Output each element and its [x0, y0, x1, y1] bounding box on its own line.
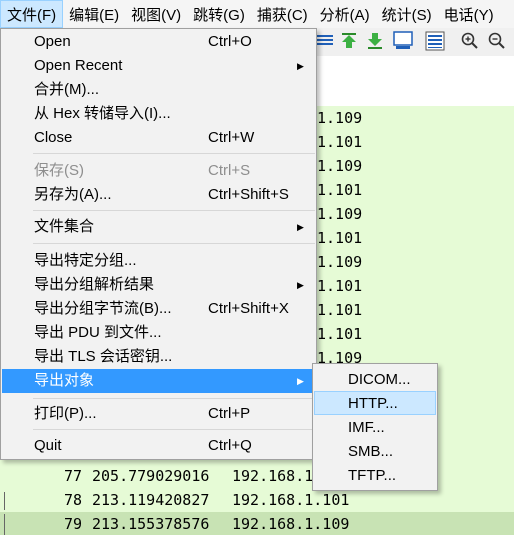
file-menu: Open Ctrl+O Open Recent ▶ 合并(M)... 从 Hex 转… — [0, 28, 317, 460]
menu-item-file-set[interactable]: 文件集合 ▶ — [2, 215, 316, 239]
source-cell: 1.101 — [317, 301, 363, 319]
menu-item-export-pdu[interactable]: 导出 PDU 到文件... — [2, 321, 316, 345]
zoom-out-icon[interactable] — [486, 30, 508, 52]
packet-time: 213.155378576 — [92, 515, 210, 533]
menu-edit[interactable]: 编辑(E) — [63, 0, 125, 28]
submenu-item-smb[interactable]: SMB... — [314, 440, 436, 464]
submenu-item-http[interactable]: HTTP... — [314, 391, 436, 415]
menu-item-save: 保存(S) Ctrl+S — [34, 162, 251, 179]
submenu-arrow-icon: ▶ — [297, 222, 304, 232]
colorize-icon[interactable] — [424, 30, 446, 52]
menu-item-import-hex[interactable]: 从 Hex 转储导入(I)... — [2, 102, 316, 126]
menu-separator — [33, 398, 315, 399]
source-cell: 1.101 — [317, 325, 363, 343]
menu-item-export-tls-keys[interactable]: 导出 TLS 会话密钥... — [2, 345, 316, 369]
autoscroll-icon[interactable] — [392, 30, 414, 52]
packet-source: 192.168.1.101 — [232, 491, 350, 509]
menu-item-close[interactable]: Close Ctrl+W — [2, 126, 316, 150]
submenu-arrow-icon: ▶ — [297, 376, 304, 386]
submenu-item-dicom[interactable]: DICOM... — [314, 368, 436, 392]
menu-item-export-specified[interactable]: 导出特定分组... — [2, 249, 316, 273]
menu-separator — [33, 210, 315, 211]
menu-telephony[interactable]: 电话(Y) — [438, 0, 500, 28]
menu-file[interactable]: 文件(F) — [0, 0, 64, 28]
tree-line — [4, 492, 5, 510]
packet-number: 77 — [64, 467, 83, 485]
submenu-arrow-icon: ▶ — [297, 280, 304, 290]
menu-item-save-as[interactable]: 另存为(A)... Ctrl+Shift+S — [2, 183, 316, 207]
source-cell: 1.109 — [317, 157, 363, 175]
menu-statistics[interactable]: 统计(S) — [376, 0, 438, 28]
submenu-item-tftp[interactable]: TFTP... — [314, 464, 436, 488]
table-row[interactable]: 78 213.119420827 192.168.1.101 — [0, 488, 514, 512]
zoom-in-icon[interactable] — [459, 30, 481, 52]
packet-number: 78 — [64, 491, 83, 509]
menu-item-open[interactable]: Open Ctrl+O — [2, 30, 316, 54]
source-cell: 1.109 — [317, 205, 363, 223]
packet-time: 213.119420827 — [92, 491, 210, 509]
source-cell: 1.101 — [317, 133, 363, 151]
menu-item-export-objects[interactable]: 导出对象 ▶ — [2, 369, 316, 393]
previous-packet-icon[interactable] — [338, 30, 360, 52]
table-row-selected[interactable]: 79 213.155378576 192.168.1.109 — [0, 512, 514, 535]
menu-separator — [33, 243, 315, 244]
source-cell: 1.101 — [317, 277, 363, 295]
source-cell: 1.101 — [317, 181, 363, 199]
submenu-arrow-icon: ▶ — [297, 61, 304, 71]
next-packet-icon[interactable] — [364, 30, 386, 52]
tree-line — [4, 514, 5, 535]
menu-item-merge[interactable]: 合并(M)... — [2, 78, 316, 102]
menubar: 文件(F) 编辑(E) 视图(V) 跳转(G) 捕获(C) 分析(A) 统计(S… — [0, 0, 514, 28]
menu-item-export-dissections[interactable]: 导出分组解析结果 ▶ — [2, 273, 316, 297]
menu-analyze[interactable]: 分析(A) — [314, 0, 376, 28]
menu-go[interactable]: 跳转(G) — [187, 0, 251, 28]
menu-item-quit[interactable]: Quit Ctrl+Q — [2, 434, 316, 458]
menu-separator — [33, 429, 315, 430]
source-cell: 1.109 — [317, 109, 363, 127]
menu-item-open-recent[interactable]: Open Recent ▶ — [2, 54, 316, 78]
menu-capture[interactable]: 捕获(C) — [251, 0, 314, 28]
menu-item-print[interactable]: 打印(P)... Ctrl+P — [2, 402, 316, 426]
menu-view[interactable]: 视图(V) — [125, 0, 187, 28]
packet-number: 79 — [64, 515, 83, 533]
source-cell: 1.101 — [317, 229, 363, 247]
packet-time: 205.779029016 — [92, 467, 210, 485]
packet-source: 192.168.1.109 — [232, 515, 350, 533]
menu-item-export-bytes[interactable]: 导出分组字节流(B)... Ctrl+Shift+X — [2, 297, 316, 321]
export-objects-submenu: DICOM... HTTP... IMF... SMB... TFTP... — [312, 363, 438, 491]
first-packet-icon[interactable] — [314, 30, 336, 52]
menu-separator — [33, 153, 315, 154]
source-cell: 1.109 — [317, 253, 363, 271]
submenu-item-imf[interactable]: IMF... — [314, 416, 436, 440]
